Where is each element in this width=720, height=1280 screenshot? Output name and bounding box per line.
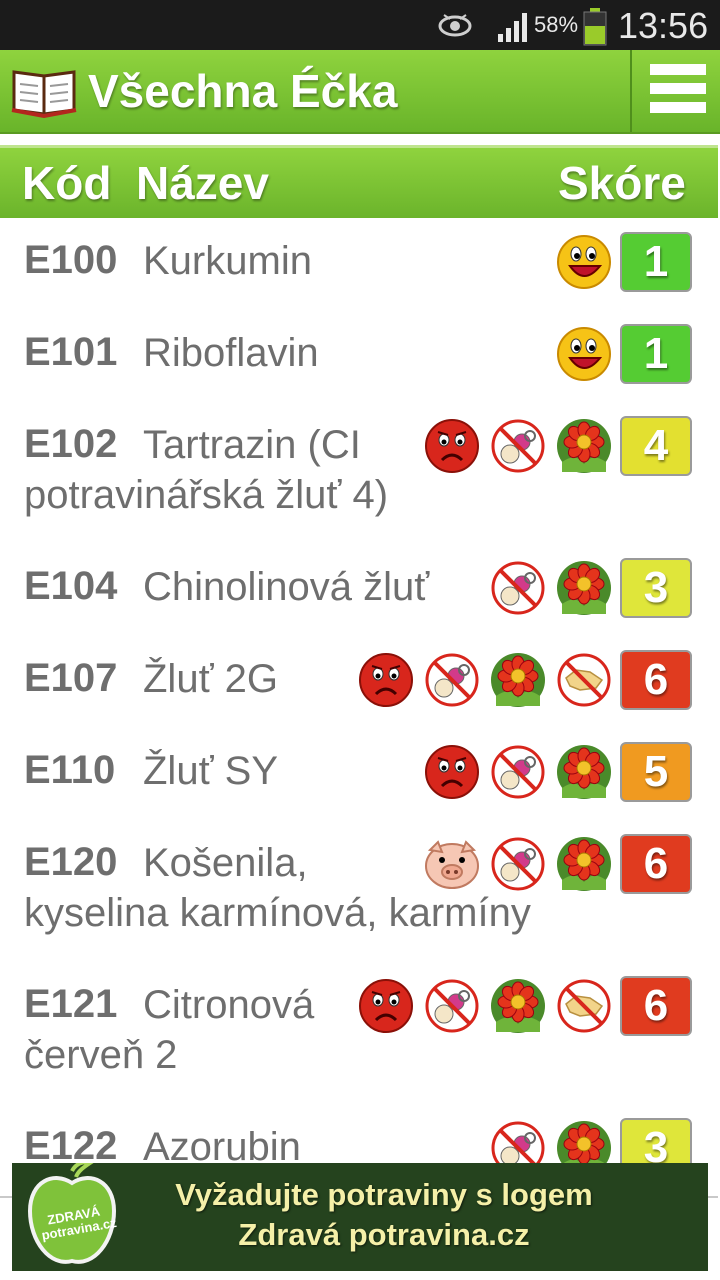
page-title: Všechna Éčka [88, 65, 398, 117]
score-badge: 6 [620, 834, 692, 894]
additive-code: E120 [24, 840, 118, 884]
additive-name: Košenila, [143, 841, 308, 885]
no-czech-icon [556, 652, 612, 708]
no-baby-icon [424, 978, 480, 1034]
additive-code: E107 [24, 656, 118, 700]
no-baby-icon [424, 652, 480, 708]
additive-code: E110 [24, 748, 116, 792]
additive-name: Tartrazin (CI [143, 423, 361, 467]
score-badge: 1 [620, 324, 692, 384]
no-czech-icon [556, 978, 612, 1034]
additive-code: E100 [24, 238, 118, 282]
additive-name: Citronová [143, 983, 315, 1027]
score-badge: 3 [620, 558, 692, 618]
menu-icon[interactable] [650, 64, 706, 118]
score-badge: 1 [620, 232, 692, 292]
book-icon[interactable] [10, 64, 78, 118]
additive-code: E121 [24, 982, 118, 1026]
score-badge: 6 [620, 976, 692, 1036]
header-code[interactable]: Kód [22, 156, 111, 210]
sad-face-icon [424, 744, 480, 800]
sad-face-icon [358, 978, 414, 1034]
ad-line-2: Zdravá potravina.cz [238, 1217, 530, 1252]
additive-name-line2: kyselina karmínová, karmíny [24, 891, 531, 935]
table-row[interactable]: E110 Žluť SY 5 [0, 728, 718, 822]
score-badge: 5 [620, 742, 692, 802]
additive-name: Kurkumin [143, 239, 312, 283]
additive-code: E101 [24, 330, 118, 374]
signal-icon [498, 13, 527, 42]
table-header: Kód Název Skóre [0, 145, 718, 221]
header-score[interactable]: Skóre [558, 156, 686, 210]
table-row[interactable]: E121 Citronová červeň 2 6 [0, 962, 718, 1106]
score-badge: 4 [620, 416, 692, 476]
action-bar: Všechna Éčka [0, 50, 720, 134]
additive-name: Žluť SY [143, 749, 279, 793]
happy-face-icon [556, 326, 612, 382]
table-row[interactable]: E101 Riboflavin 1 [0, 310, 718, 404]
additive-name-line2: červeň 2 [24, 1033, 178, 1077]
flower-icon [556, 418, 612, 474]
status-bar: 58% 13:56 [0, 0, 720, 50]
sad-face-icon [358, 652, 414, 708]
additive-name: Žluť 2G [143, 657, 279, 701]
no-baby-icon [490, 560, 546, 616]
ad-banner[interactable]: ZDRAVÁ potravina.cz Vyžadujte potraviny … [12, 1163, 708, 1271]
flower-icon [556, 744, 612, 800]
battery-icon [583, 8, 607, 46]
additive-name-line2: potravinářská žluť 4) [24, 473, 389, 517]
flower-icon [490, 978, 546, 1034]
pig-icon [424, 836, 480, 892]
battery-percent: 58% [534, 12, 579, 37]
score-badge: 6 [620, 650, 692, 710]
no-baby-icon [490, 744, 546, 800]
table-row[interactable]: E107 Žluť 2G 6 [0, 636, 718, 730]
flower-icon [556, 560, 612, 616]
no-baby-icon [490, 836, 546, 892]
additive-code: E104 [24, 564, 118, 608]
flower-icon [490, 652, 546, 708]
ad-line-1: Vyžadujte potraviny s logem [175, 1177, 593, 1212]
header-name[interactable]: Název [136, 156, 269, 210]
flower-icon [556, 836, 612, 892]
sad-face-icon [424, 418, 480, 474]
happy-face-icon [556, 234, 612, 290]
additive-code: E102 [24, 422, 118, 466]
table-row[interactable]: E104 Chinolinová žluť 3 [0, 544, 718, 638]
table-row[interactable]: E102 Tartrazin (CI potravinářská žluť 4) 4 [0, 402, 718, 546]
eye-icon [438, 14, 472, 37]
additive-name: Riboflavin [143, 331, 319, 375]
clock: 13:56 [618, 5, 709, 46]
additive-name: Chinolinová žluť [143, 565, 430, 609]
table-row[interactable]: E120 Košenila, kyselina karmínová, karmíny… [0, 820, 718, 964]
table-row[interactable]: E100 Kurkumin 1 [0, 218, 718, 312]
action-divider [630, 50, 632, 132]
no-baby-icon [490, 418, 546, 474]
